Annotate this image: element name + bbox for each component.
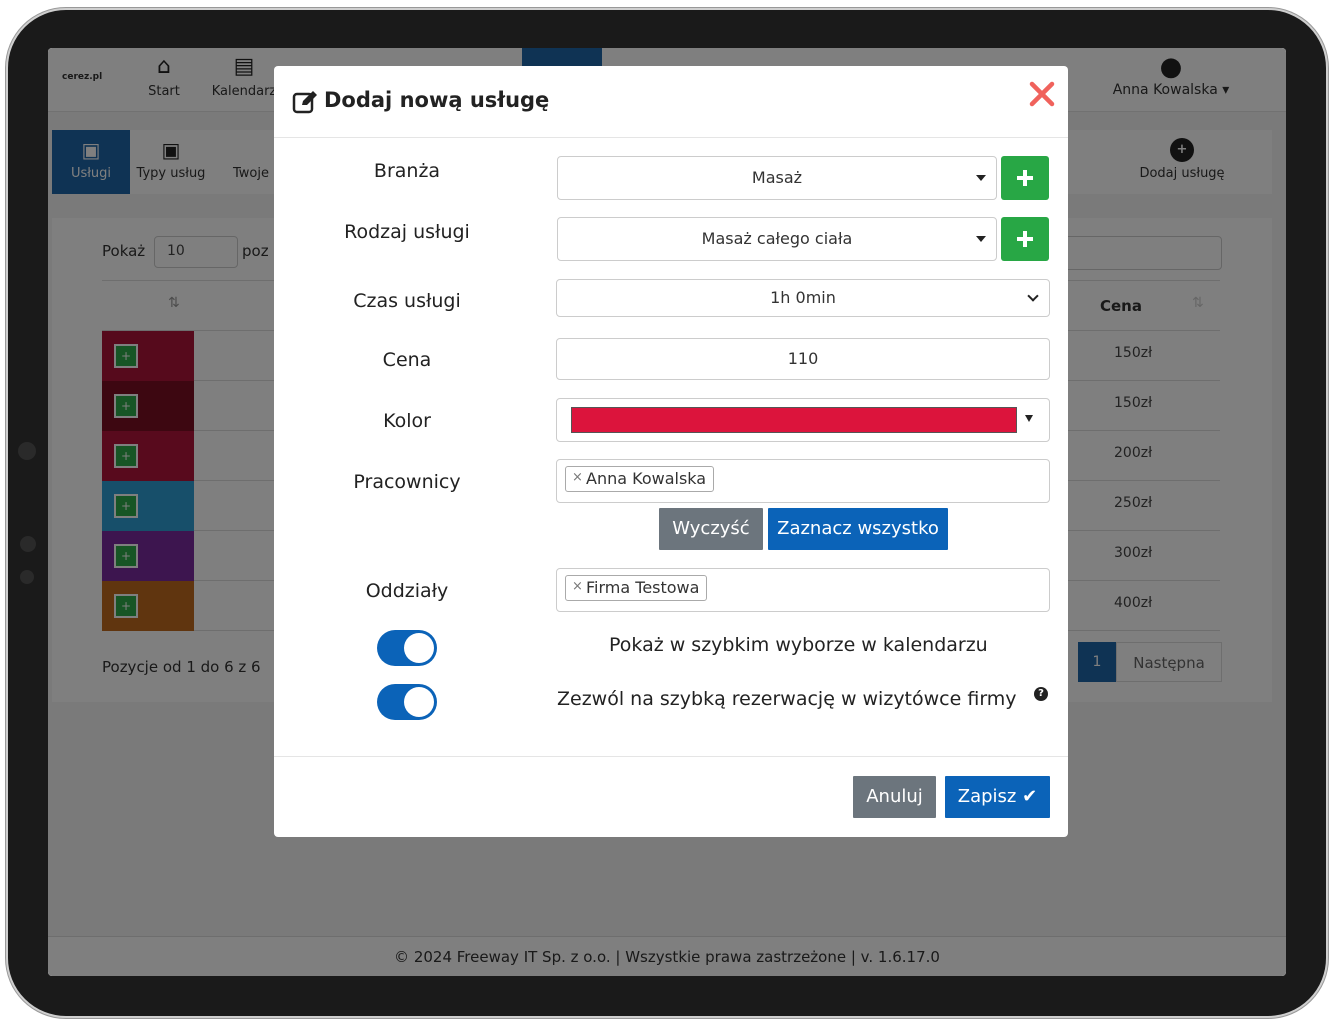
caret-down-icon [1025, 415, 1033, 422]
branch-tag-label: Firma Testowa [586, 578, 700, 597]
color-swatch [571, 407, 1017, 433]
add-rodzaj-button[interactable] [1001, 217, 1049, 261]
select-all-button[interactable]: Zaznacz wszystko [768, 508, 948, 550]
modal-header: Dodaj nową usługę [274, 66, 1068, 138]
czas-label: Czas usługi [353, 290, 461, 312]
employee-tag-label: Anna Kowalska [586, 469, 707, 488]
quick-select-toggle[interactable] [377, 630, 437, 666]
rodzaj-label: Rodzaj usługi [344, 221, 470, 243]
czas-select[interactable]: 1h 0min [556, 279, 1050, 317]
pracownicy-multiselect[interactable]: × Anna Kowalska [556, 459, 1050, 503]
check-icon: ✔ [1022, 786, 1038, 807]
quick-select-label: Pokaż w szybkim wyborze w kalendarzu [609, 634, 988, 656]
clear-button[interactable]: Wyczyść [659, 508, 763, 550]
employee-tag[interactable]: × Anna Kowalska [565, 466, 715, 492]
quick-booking-toggle[interactable] [377, 684, 437, 720]
add-service-modal: Dodaj nową usługę Branża Masaż Rodzaj us… [274, 66, 1068, 837]
kolor-label: Kolor [383, 410, 431, 432]
branza-value: Masaż [751, 168, 803, 187]
caret-down-icon [976, 175, 986, 181]
camera-dot [18, 442, 36, 460]
camera-dot [20, 536, 36, 552]
camera-dot [20, 570, 34, 584]
oddzialy-label: Oddziały [365, 580, 449, 602]
cena-value: 110 [787, 349, 819, 368]
pracownicy-label: Pracownicy [353, 471, 461, 493]
branza-label: Branża [373, 160, 441, 182]
oddzialy-multiselect[interactable]: × Firma Testowa [556, 568, 1050, 612]
modal-title: Dodaj nową usługę [324, 88, 550, 112]
save-button-label: Zapisz [957, 786, 1017, 807]
remove-tag-icon[interactable]: × [572, 579, 583, 594]
close-icon[interactable] [1028, 80, 1056, 108]
remove-tag-icon[interactable]: × [572, 470, 583, 485]
caret-down-icon [976, 236, 986, 242]
rodzaj-value: Masaż całego ciała [701, 229, 853, 248]
edit-icon [292, 91, 317, 114]
kolor-picker[interactable] [556, 398, 1050, 442]
czas-value: 1h 0min [770, 288, 836, 307]
chevron-down-icon [1027, 290, 1039, 302]
cena-label: Cena [382, 349, 432, 371]
cena-input[interactable]: 110 [556, 338, 1050, 380]
modal-footer-divider [274, 756, 1068, 757]
branch-tag[interactable]: × Firma Testowa [565, 575, 708, 601]
add-branza-button[interactable] [1001, 156, 1049, 200]
branza-select[interactable]: Masaż [557, 156, 997, 200]
rodzaj-select[interactable]: Masaż całego ciała [557, 217, 997, 261]
save-button[interactable]: Zapisz ✔ [945, 776, 1050, 818]
cancel-button[interactable]: Anuluj [853, 776, 936, 818]
help-icon[interactable]: ? [1034, 687, 1048, 701]
quick-booking-label: Zezwól na szybką rezerwację w wizytówce … [557, 688, 1017, 710]
